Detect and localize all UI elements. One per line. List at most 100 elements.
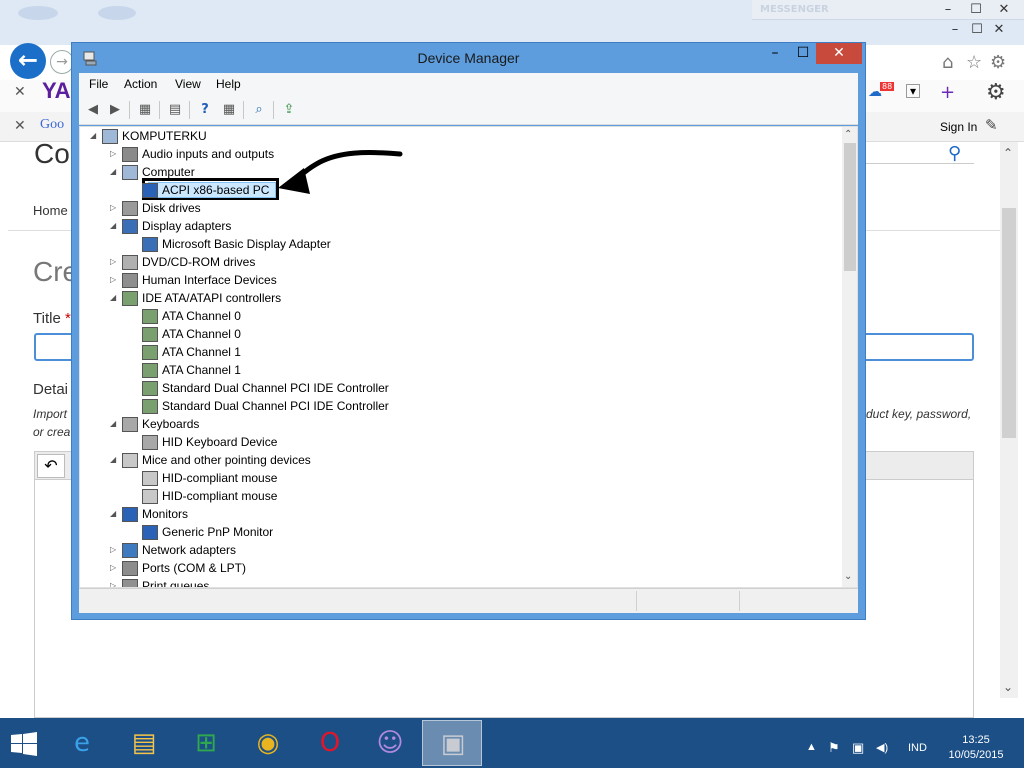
menu-action[interactable]: Action	[124, 77, 157, 91]
taskbar-file-explorer-button[interactable]: ▤	[114, 720, 174, 766]
scroll-down-icon[interactable]: ⌄	[844, 571, 852, 582]
help-icon[interactable]: ?	[195, 100, 215, 120]
scroll-up-icon[interactable]: ⌃	[844, 129, 852, 140]
collapse-icon[interactable]: ◢	[110, 455, 120, 464]
tree-item[interactable]: ▷ Human Interface Devices	[110, 272, 710, 290]
collapse-icon[interactable]: ◢	[90, 131, 100, 140]
volume-icon[interactable]: ◀)	[876, 741, 888, 754]
tree-item[interactable]: Microsoft Basic Display Adapter	[130, 236, 730, 254]
tree-item[interactable]: ◢ Monitors	[110, 506, 710, 524]
close-toolbar-icon[interactable]: ✕	[14, 84, 26, 100]
tree-item[interactable]: ◢ Display adapters	[110, 218, 710, 236]
tree-item[interactable]: ◢ Keyboards	[110, 416, 710, 434]
tree-item[interactable]: ▷ Network adapters	[110, 542, 710, 560]
scroll-down-icon[interactable]: ⌄	[1003, 680, 1013, 694]
expand-icon[interactable]: ▷	[110, 149, 120, 158]
browser-close-button[interactable]: ✕	[988, 22, 1010, 42]
home-icon[interactable]: ⌂	[942, 52, 953, 73]
gear-icon[interactable]: ⚙	[986, 80, 1006, 105]
tree-item[interactable]: ATA Channel 0	[130, 326, 730, 344]
tree-item[interactable]: ◢ Computer	[110, 164, 710, 182]
scrollbar-thumb[interactable]	[1002, 208, 1016, 438]
tree-item[interactable]: ▷ Audio inputs and outputs	[110, 146, 710, 164]
browser-maximize-button[interactable]: ☐	[966, 22, 988, 42]
title-bar[interactable]: Device Manager – ☐ ✕	[72, 43, 865, 73]
tree-item[interactable]: ▷ Print queues	[110, 578, 710, 587]
forward-icon[interactable]: ▶	[105, 100, 125, 120]
start-button-icon[interactable]	[10, 732, 38, 756]
tree-item[interactable]: ATA Channel 1	[130, 362, 730, 380]
tree-item[interactable]: ▷ DVD/CD-ROM drives	[110, 254, 710, 272]
menu-view[interactable]: View	[175, 77, 201, 91]
expand-icon[interactable]: ▷	[110, 275, 120, 284]
tree-item[interactable]: ◢ KOMPUTERKU	[90, 128, 690, 146]
tree-item[interactable]: Standard Dual Channel PCI IDE Controller	[130, 380, 730, 398]
back-icon[interactable]: ◀	[83, 100, 103, 120]
menu-file[interactable]: File	[89, 77, 108, 91]
favorites-icon[interactable]: ☆	[966, 52, 982, 73]
menu-help[interactable]: Help	[216, 77, 241, 91]
messenger-minimize-button[interactable]: –	[934, 0, 962, 20]
clock-date: 10/05/2015	[948, 749, 1004, 761]
flag-icon[interactable]: ⚑	[828, 740, 840, 756]
scrollbar-thumb[interactable]	[844, 143, 856, 271]
taskbar-opera-button[interactable]: O	[300, 720, 360, 766]
taskbar-device-manager-button[interactable]: ▣	[422, 720, 482, 766]
search-icon[interactable]: ⚲	[948, 143, 961, 164]
collapse-icon[interactable]: ◢	[110, 221, 120, 230]
expand-icon[interactable]: ▷	[110, 545, 120, 554]
messenger-maximize-button[interactable]: ☐	[962, 0, 990, 20]
scan-hardware-icon[interactable]: ⌕	[249, 100, 269, 120]
taskbar-internet-explorer-button[interactable]: e	[52, 720, 112, 766]
collapse-icon[interactable]: ◢	[110, 509, 120, 518]
tree-item[interactable]: Generic PnP Monitor	[130, 524, 730, 542]
clock[interactable]: 13:25 10/05/2015	[946, 733, 1006, 763]
minimize-button[interactable]: –	[760, 43, 790, 64]
tree-item[interactable]: ATA Channel 1	[130, 344, 730, 362]
browser-scrollbar[interactable]: ⌃ ⌄	[1000, 142, 1018, 698]
maximize-button[interactable]: ☐	[790, 43, 816, 64]
tree-item[interactable]: ▷ Disk drives	[110, 200, 710, 218]
dropdown-icon[interactable]: ▾	[906, 84, 920, 98]
expand-icon[interactable]: ▷	[110, 257, 120, 266]
taskbar-windows-store-button[interactable]: ⊞	[176, 720, 236, 766]
tree-item[interactable]: ATA Channel 0	[130, 308, 730, 326]
collapse-icon[interactable]: ◢	[110, 419, 120, 428]
browser-minimize-button[interactable]: –	[944, 22, 966, 42]
messenger-close-button[interactable]: ✕	[990, 0, 1018, 20]
tree-item[interactable]: ◢ IDE ATA/ATAPI controllers	[110, 290, 710, 308]
sign-in-link[interactable]: Sign In	[940, 120, 977, 134]
collapse-icon[interactable]: ◢	[110, 167, 120, 176]
add-icon[interactable]: +	[940, 82, 955, 103]
close-google-toolbar-icon[interactable]: ✕	[14, 118, 26, 134]
controller-icon	[142, 363, 158, 378]
network-icon[interactable]: ▣	[852, 740, 864, 756]
expand-icon[interactable]: ▷	[110, 203, 120, 212]
settings-icon[interactable]: ⚙	[990, 52, 1006, 73]
collapse-icon[interactable]: ◢	[110, 293, 120, 302]
show-hide-action-pane-icon[interactable]: ▦	[219, 100, 239, 120]
tree-item[interactable]: ACPI x86-based PC	[130, 182, 730, 200]
update-driver-icon[interactable]: ⇪	[279, 100, 299, 120]
show-hide-tree-icon[interactable]: ▦	[135, 100, 155, 120]
expand-icon[interactable]: ▷	[110, 563, 120, 572]
breadcrumb-home[interactable]: Home	[33, 203, 68, 218]
tree-item[interactable]: Standard Dual Channel PCI IDE Controller	[130, 398, 730, 416]
tree-item[interactable]: ◢ Mice and other pointing devices	[110, 452, 710, 470]
tree-item[interactable]: HID-compliant mouse	[130, 488, 730, 506]
tree-item[interactable]: HID Keyboard Device	[130, 434, 730, 452]
back-button[interactable]: ←	[10, 43, 46, 79]
undo-icon[interactable]: ↶	[37, 454, 65, 478]
language-indicator[interactable]: IND	[908, 742, 927, 754]
close-button[interactable]: ✕	[816, 43, 862, 64]
expand-icon[interactable]: ▷	[110, 581, 120, 587]
tray-overflow-icon[interactable]: ▲	[806, 741, 817, 753]
properties-icon[interactable]: ▤	[165, 100, 185, 120]
tree-item[interactable]: HID-compliant mouse	[130, 470, 730, 488]
taskbar-yahoo-messenger-button[interactable]: ☺	[360, 720, 420, 766]
tree-scrollbar[interactable]: ⌃ ⌄	[842, 127, 857, 587]
tree-item[interactable]: ▷ Ports (COM & LPT)	[110, 560, 710, 578]
wrench-icon[interactable]: ✎	[985, 116, 998, 134]
scroll-up-icon[interactable]: ⌃	[1003, 146, 1013, 160]
taskbar-chrome-button[interactable]: ◉	[238, 720, 298, 766]
